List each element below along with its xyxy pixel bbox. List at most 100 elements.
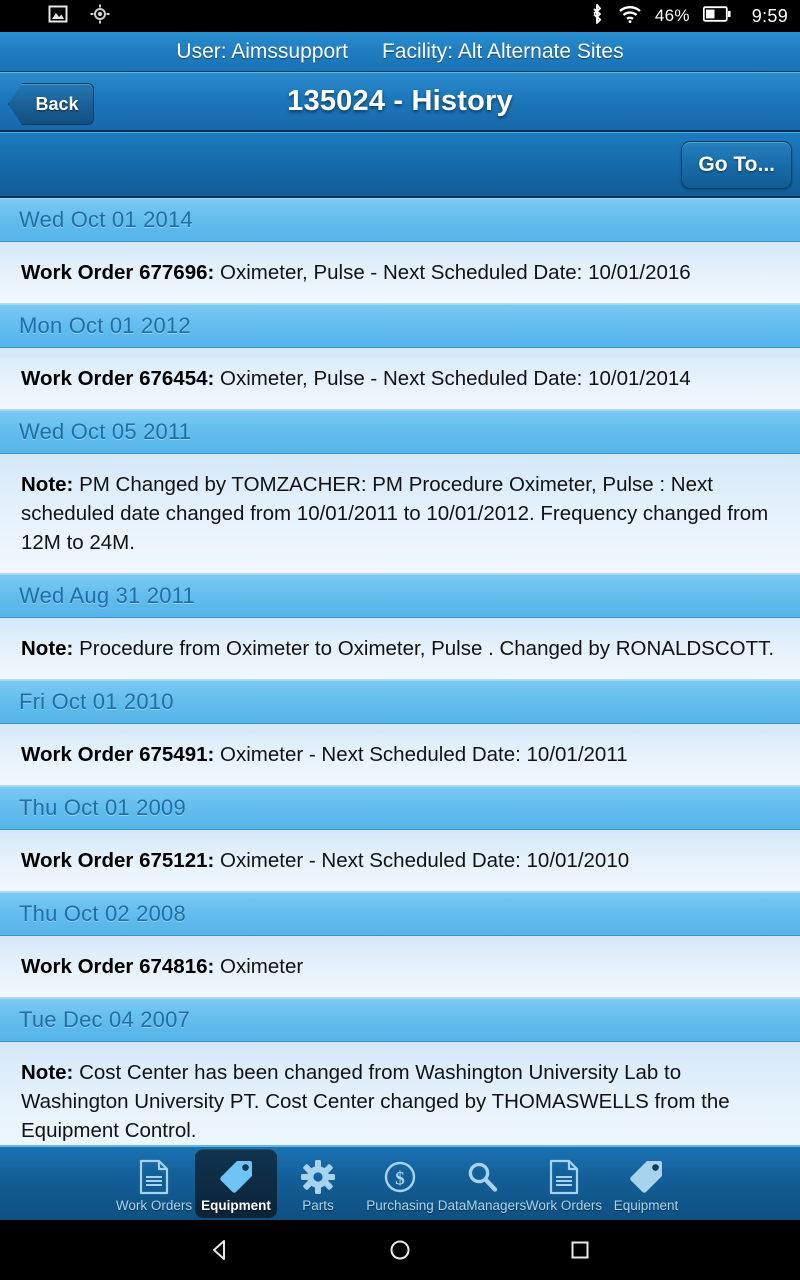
history-entry-row[interactable]: Work Order 677696: Oximeter, Pulse - Nex… xyxy=(0,242,800,304)
history-date-label: Wed Oct 05 2011 xyxy=(19,419,192,444)
history-entry-label: Note: xyxy=(21,637,74,660)
history-date-label: Tue Dec 04 2007 xyxy=(19,1007,190,1032)
history-entry-row[interactable]: Work Order 676454: Oximeter, Pulse - Nex… xyxy=(0,348,800,410)
history-entry-detail: Cost Center has been changed from Washin… xyxy=(21,1061,730,1142)
tab-equipment-2[interactable]: Equipment xyxy=(605,1149,687,1218)
tab-work-orders-2[interactable]: Work Orders xyxy=(523,1149,605,1218)
history-entry-detail: Procedure from Oximeter to Oximeter, Pul… xyxy=(73,637,775,660)
history-date-header: Tue Dec 04 2007 xyxy=(0,998,800,1042)
bluetooth-icon xyxy=(589,3,605,30)
history-entry-text: Work Order 676454: Oximeter, Pulse - Nex… xyxy=(21,364,778,393)
history-date-label: Mon Oct 01 2012 xyxy=(19,313,191,338)
history-date-header: Thu Oct 01 2009 xyxy=(0,786,800,830)
history-entry-text: Note: Procedure from Oximeter to Oximete… xyxy=(21,634,778,663)
history-entry-detail: Oximeter, Pulse - Next Scheduled Date: 1… xyxy=(214,261,691,284)
search-icon xyxy=(465,1158,499,1196)
bottom-tab-bar: Work Orders Equipment Parts $ Purchasing Data… xyxy=(0,1145,800,1220)
back-button-label: Back xyxy=(35,93,79,114)
battery-icon xyxy=(702,5,731,27)
facility-label: Facility: Alt Alternate Sites xyxy=(381,39,624,63)
tag-icon xyxy=(218,1158,254,1196)
nav-back-button[interactable] xyxy=(130,1237,310,1263)
tab-label: Purchasing xyxy=(366,1198,434,1213)
history-date-header: Fri Oct 01 2010 xyxy=(0,680,800,724)
history-entry-detail: Oximeter - Next Scheduled Date: 10/01/20… xyxy=(214,849,630,872)
history-entry-label: Note: xyxy=(21,473,74,496)
tab-equipment[interactable]: Equipment xyxy=(195,1149,277,1218)
tab-label: Work Orders xyxy=(115,1198,193,1213)
action-toolbar: Go To... xyxy=(0,132,800,198)
history-entry-label: Work Order 675491: xyxy=(21,743,215,766)
android-status-bar: 46% 9:59 xyxy=(0,0,800,32)
tab-datamanagers[interactable]: DataManagers xyxy=(438,1149,526,1218)
tab-label: Equipment xyxy=(613,1198,679,1213)
history-entry-label: Work Order 676454: xyxy=(21,367,215,390)
history-entry-text: Note: PM Changed by TOMZACHER: PM Proced… xyxy=(21,470,778,557)
history-list[interactable]: Wed Oct 01 2014 Work Order 677696: Oximet… xyxy=(0,198,800,1145)
nav-recents-button[interactable] xyxy=(490,1237,670,1263)
history-date-label: Thu Oct 01 2009 xyxy=(19,795,186,820)
history-date-header: Wed Aug 31 2011 xyxy=(0,574,800,618)
history-date-label: Wed Oct 01 2014 xyxy=(19,207,193,232)
app-root: 46% 9:59 User: Aimssupport Facility: Alt… xyxy=(0,0,800,1280)
tag-icon xyxy=(628,1158,664,1196)
go-to-button-label: Go To... xyxy=(698,152,775,176)
tab-label: DataManagers xyxy=(437,1198,527,1213)
nav-home-button[interactable] xyxy=(310,1237,490,1263)
page-title: 135024 - History xyxy=(287,85,513,117)
history-entry-text: Work Order 674816: Oximeter xyxy=(21,952,778,981)
status-left-icons xyxy=(48,4,110,29)
history-entry-row[interactable]: Note: PM Changed by TOMZACHER: PM Proced… xyxy=(0,454,800,574)
location-crosshair-icon xyxy=(90,4,110,29)
history-entry-text: Note: Cost Center has been changed from … xyxy=(21,1058,778,1145)
history-entry-detail: Oximeter, Pulse - Next Scheduled Date: 1… xyxy=(214,367,691,390)
home-circle-icon xyxy=(390,1240,410,1260)
document-icon xyxy=(137,1158,171,1196)
history-entry-detail: Oximeter - Next Scheduled Date: 10/01/20… xyxy=(214,743,628,766)
document-icon xyxy=(547,1158,581,1196)
history-date-label: Thu Oct 02 2008 xyxy=(19,901,186,926)
history-entry-row[interactable]: Work Order 674816: Oximeter xyxy=(0,936,800,998)
history-entry-row[interactable]: Note: Procedure from Oximeter to Oximete… xyxy=(0,618,800,680)
history-entry-label: Work Order 677696: xyxy=(21,261,215,284)
wifi-icon xyxy=(618,4,642,29)
battery-percent-label: 46% xyxy=(654,6,690,25)
user-facility-bar: User: Aimssupport Facility: Alt Alternat… xyxy=(0,32,800,72)
back-button[interactable]: Back xyxy=(8,83,94,125)
image-icon xyxy=(48,4,68,29)
history-date-header: Mon Oct 01 2012 xyxy=(0,304,800,348)
back-triangle-icon xyxy=(213,1240,225,1260)
dollar-circle-icon: $ xyxy=(383,1158,417,1196)
history-entry-label: Work Order 675121: xyxy=(21,849,215,872)
history-entry-label: Note: xyxy=(21,1061,74,1084)
history-entry-detail: PM Changed by TOMZACHER: PM Procedure Ox… xyxy=(21,473,769,554)
history-date-header: Wed Oct 05 2011 xyxy=(0,410,800,454)
tab-label: Equipment xyxy=(201,1198,271,1213)
history-date-label: Fri Oct 01 2010 xyxy=(19,689,174,714)
history-entry-row[interactable]: Work Order 675491: Oximeter - Next Sched… xyxy=(0,724,800,786)
history-entry-text: Work Order 675491: Oximeter - Next Sched… xyxy=(21,740,778,769)
history-entry-text: Work Order 677696: Oximeter, Pulse - Nex… xyxy=(21,258,778,287)
android-nav-bar xyxy=(0,1220,800,1280)
user-label: User: Aimssupport xyxy=(176,39,348,63)
tab-parts[interactable]: Parts xyxy=(277,1149,359,1218)
history-date-label: Wed Aug 31 2011 xyxy=(19,583,195,608)
tab-label: Work Orders xyxy=(525,1198,603,1213)
title-bar: Back 135024 - History xyxy=(0,72,800,132)
gear-icon xyxy=(301,1158,335,1196)
tab-label: Parts xyxy=(302,1198,334,1213)
recents-square-icon xyxy=(571,1241,589,1259)
svg-text:$: $ xyxy=(395,1169,405,1190)
history-entry-row[interactable]: Note: Cost Center has been changed from … xyxy=(0,1042,800,1145)
history-entry-label: Work Order 674816: xyxy=(21,955,215,978)
go-to-button[interactable]: Go To... xyxy=(681,140,792,189)
tab-purchasing[interactable]: $ Purchasing xyxy=(359,1149,441,1218)
history-date-header: Wed Oct 01 2014 xyxy=(0,198,800,242)
tab-work-orders[interactable]: Work Orders xyxy=(113,1149,195,1218)
status-right-icons: 46% 9:59 xyxy=(589,3,788,30)
history-entry-text: Work Order 675121: Oximeter - Next Sched… xyxy=(21,846,778,875)
history-entry-detail: Oximeter xyxy=(214,955,304,978)
clock-label: 9:59 xyxy=(751,5,788,26)
history-entry-row[interactable]: Work Order 675121: Oximeter - Next Sched… xyxy=(0,830,800,892)
history-date-header: Thu Oct 02 2008 xyxy=(0,892,800,936)
